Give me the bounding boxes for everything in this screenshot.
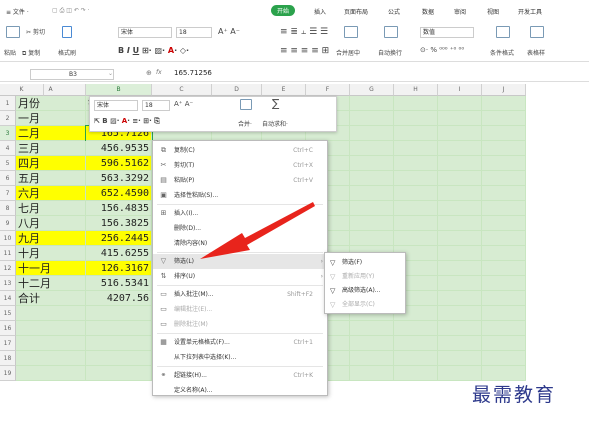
watermark-logo: 最需教育 (472, 384, 557, 406)
red-arrow-icon (200, 202, 315, 259)
arrow-annotation (200, 202, 315, 259)
